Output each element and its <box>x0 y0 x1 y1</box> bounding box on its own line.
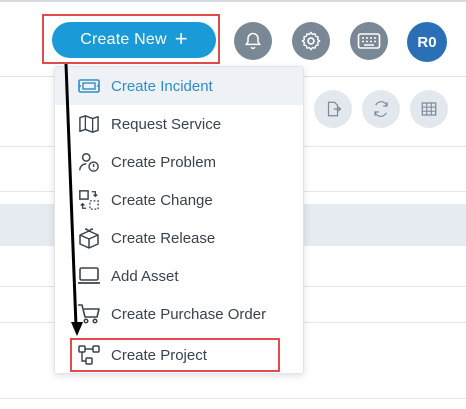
annotation-arrow <box>64 63 83 336</box>
